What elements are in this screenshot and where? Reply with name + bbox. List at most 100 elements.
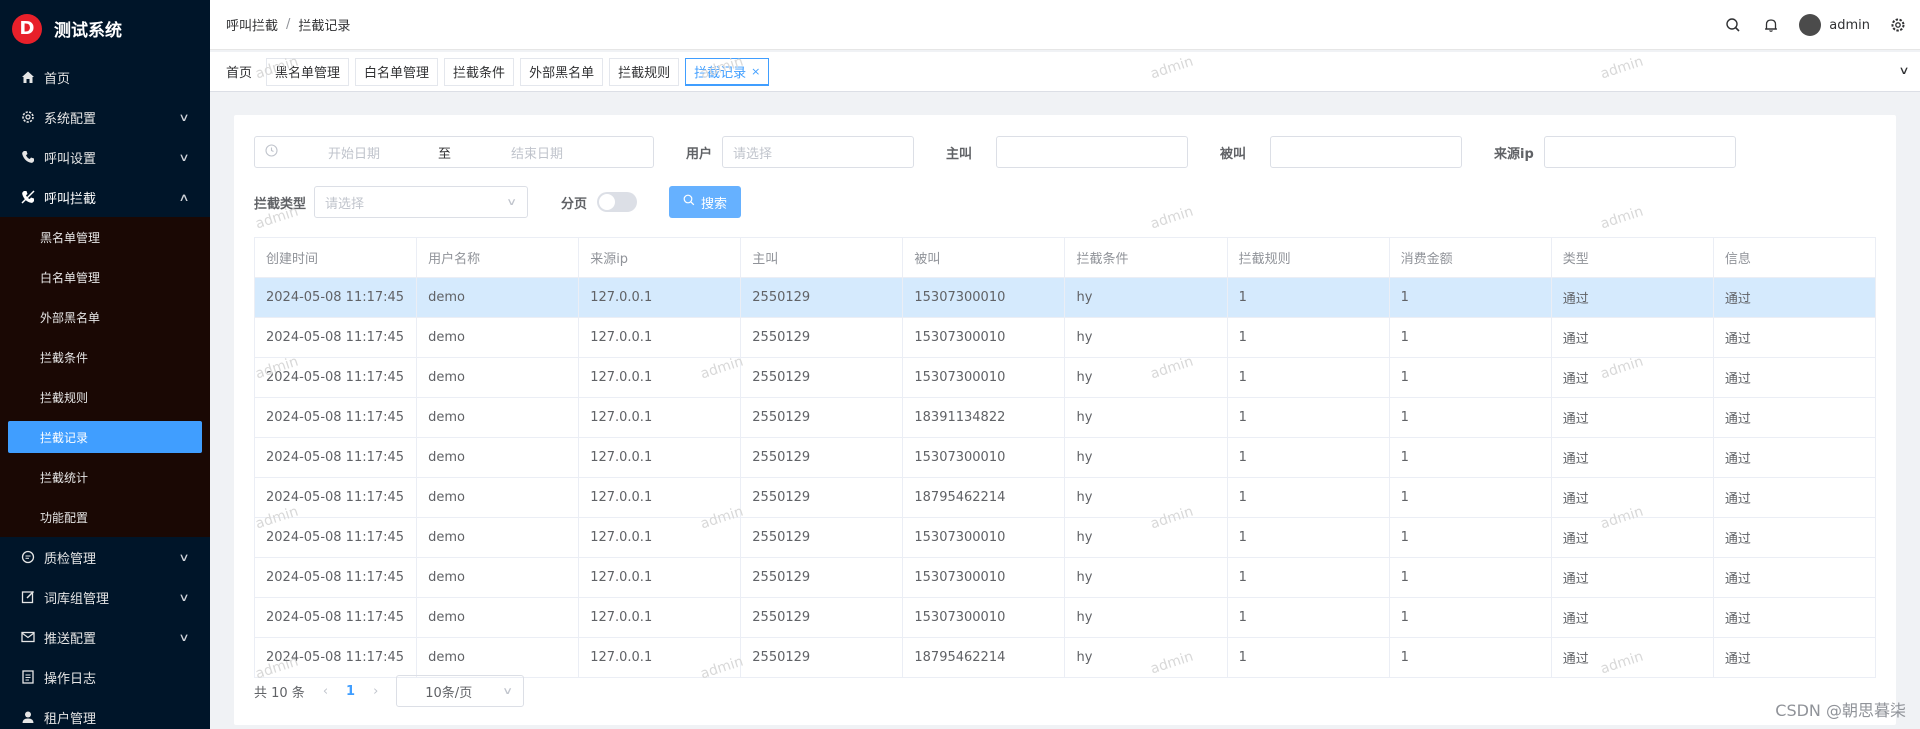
tag-label: 外部黑名单 [529,66,595,81]
column-header[interactable]: 类型 [1550,237,1714,278]
avatar[interactable] [1799,14,1822,36]
breadcrumb-item[interactable]: 呼叫拦截 [226,15,278,34]
sidebar-item-label: 拦截规则 [40,390,89,405]
column-header[interactable]: 被叫 [902,237,1066,278]
bell-icon[interactable] [1761,15,1781,35]
edit-icon [20,590,36,604]
sidebar-item-lexicon[interactable]: 词库组管理 ∨ [0,577,210,617]
table-row[interactable]: 2024-05-08 11:17:45 demo 127.0.0.1 2550129 1… [253,277,1877,318]
table-cell: 1 [1388,397,1552,438]
table-row[interactable]: 2024-05-08 11:17:45 demo 127.0.0.1 2550129 1… [253,317,1877,358]
tag-blacklist[interactable]: 黑名单管理 [266,57,350,86]
sidebar-item-label: 外部黑名单 [40,310,101,325]
table-cell: demo [416,637,580,678]
date-range-picker[interactable]: 开始日期 至 结束日期 [254,136,654,168]
sidebar-item-intercept-records[interactable]: 拦截记录 [8,421,202,453]
column-header[interactable]: 信息 [1712,237,1877,278]
sidebar-item-label: 操作日志 [44,671,97,687]
table-cell: 1 [1226,317,1390,358]
column-header[interactable]: 消费金额 [1388,237,1552,278]
sidebar-item-tenant[interactable]: 租户管理 [0,697,210,729]
user-select[interactable]: 请选择 [722,136,915,168]
sidebar-item-whitelist[interactable]: 白名单管理 [0,257,210,297]
tag-whitelist[interactable]: 白名单管理 [355,57,439,86]
intercept-type-select[interactable]: 请选择 ∨ [314,186,529,218]
table-cell: 18795462214 [902,477,1066,518]
table-cell: 1 [1226,517,1390,558]
gear-icon[interactable] [1888,15,1908,35]
next-page-button[interactable]: › [373,684,378,699]
page-size-select[interactable]: 10条/页 ∨ [396,675,525,707]
callee-input[interactable] [1270,136,1463,168]
tag-home[interactable]: 首页 [218,57,261,86]
column-header[interactable]: 用户名称 [416,237,580,278]
sidebar-item-external-blacklist[interactable]: 外部黑名单 [0,297,210,337]
tag-external-blacklist[interactable]: 外部黑名单 [520,57,604,86]
prev-page-button[interactable]: ‹ [323,684,328,699]
sidebar-item-feature-config[interactable]: 功能配置 [0,497,210,537]
table-row[interactable]: 2024-05-08 11:17:45 demo 127.0.0.1 2550129 1… [253,637,1877,678]
table-cell: 2024-05-08 11:17:45 [253,397,418,438]
sidebar-item-label: 呼叫设置 [44,151,97,167]
table-cell: 通过 [1550,357,1714,398]
sidebar-item-system-config[interactable]: 系统配置 ∨ [0,97,210,137]
search-button[interactable]: 搜索 [669,186,742,218]
sidebar-item-push-config[interactable]: 推送配置 ∨ [0,617,210,657]
table-cell: 15307300010 [902,557,1066,598]
sidebar-item-call-intercept[interactable]: 呼叫拦截 ∧ [0,177,210,217]
top-header: 呼叫拦截 / 拦截记录 admin [210,0,1920,50]
breadcrumb: 呼叫拦截 / 拦截记录 [226,15,350,34]
chevron-down-icon[interactable]: ∨ [1898,64,1909,77]
column-header[interactable]: 主叫 [740,237,904,278]
sidebar-item-home[interactable]: 首页 [0,57,210,97]
sidebar-item-intercept-conditions[interactable]: 拦截条件 [0,337,210,377]
table-cell: 127.0.0.1 [578,597,742,638]
tag-intercept-conditions[interactable]: 拦截条件 [444,57,515,86]
column-header[interactable]: 拦截条件 [1064,237,1228,278]
caller-input[interactable] [996,136,1189,168]
search-icon[interactable] [1723,15,1743,35]
records-table: 创建时间 用户名称 来源ip 主叫 被叫 拦截条件 拦截规则 消费金额 类型 信… [253,237,1877,678]
pagination-toggle[interactable] [597,192,638,212]
tag-intercept-rules[interactable]: 拦截规则 [609,57,680,86]
column-header[interactable]: 创建时间 [253,237,418,278]
tag-intercept-records[interactable]: 拦截记录 × [685,57,770,86]
table-cell: 127.0.0.1 [578,517,742,558]
sidebar-item-operation-log[interactable]: 操作日志 [0,657,210,697]
table-cell: 2550129 [740,397,904,438]
table-cell: 通过 [1712,437,1877,478]
app-logo[interactable]: D 测试系统 [0,0,210,57]
table-row[interactable]: 2024-05-08 11:17:45 demo 127.0.0.1 2550129 1… [253,477,1877,518]
table-row[interactable]: 2024-05-08 11:17:45 demo 127.0.0.1 2550129 1… [253,597,1877,638]
filter-row-2: 拦截类型 请选择 ∨ 分页 搜索 [254,186,742,218]
close-icon[interactable]: × [751,65,760,78]
sidebar-item-call-settings[interactable]: 呼叫设置 ∨ [0,137,210,177]
sidebar-item-intercept-stats[interactable]: 拦截统计 [0,457,210,497]
page-number-current[interactable]: 1 [346,684,355,699]
column-header[interactable]: 来源ip [578,237,742,278]
tag-label: 黑名单管理 [275,66,341,81]
user-name[interactable]: admin [1829,18,1870,33]
table-row[interactable]: 2024-05-08 11:17:45 demo 127.0.0.1 2550129 1… [253,397,1877,438]
column-header[interactable]: 拦截规则 [1226,237,1390,278]
table-row[interactable]: 2024-05-08 11:17:45 demo 127.0.0.1 2550129 1… [253,437,1877,478]
table-cell: demo [416,317,580,358]
table-row[interactable]: 2024-05-08 11:17:45 demo 127.0.0.1 2550129 1… [253,557,1877,598]
sidebar-item-intercept-rules[interactable]: 拦截规则 [0,377,210,417]
table-cell: 通过 [1550,437,1714,478]
sidebar-item-label: 质检管理 [44,551,97,567]
page-size-value: 10条/页 [425,685,473,701]
table-row[interactable]: 2024-05-08 11:17:45 demo 127.0.0.1 2550129 1… [253,517,1877,558]
end-date-input[interactable]: 结束日期 [511,143,563,162]
sidebar-item-quality-check[interactable]: 质检管理 ∨ [0,537,210,577]
table-cell: hy [1064,637,1228,678]
source-ip-input[interactable] [1543,136,1736,168]
start-date-input[interactable]: 开始日期 [328,143,380,162]
tags-bar: 首页 黑名单管理 白名单管理 拦截条件 外部黑名单 拦截规则 拦截记录 × ∨ [210,52,1920,92]
table-cell: 1 [1226,557,1390,598]
table-row[interactable]: 2024-05-08 11:17:45 demo 127.0.0.1 2550129 1… [253,357,1877,398]
table-cell: 通过 [1712,317,1877,358]
table-cell: 127.0.0.1 [578,397,742,438]
table-cell: 1 [1226,637,1390,678]
sidebar-item-blacklist[interactable]: 黑名单管理 [0,217,210,257]
